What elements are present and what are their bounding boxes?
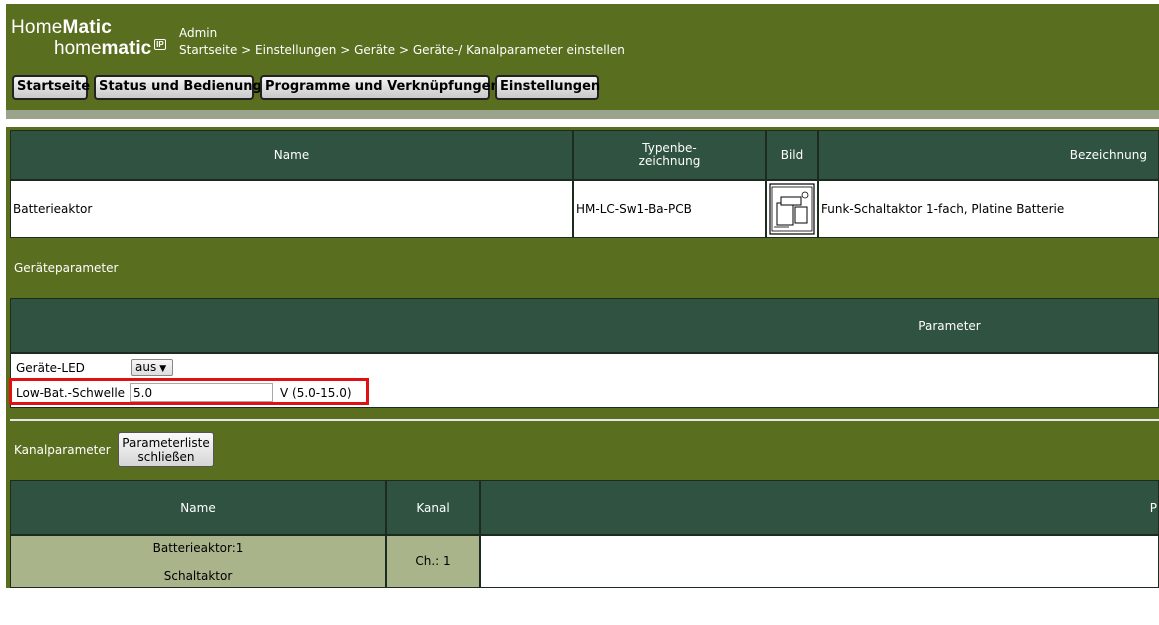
nav-startseite-button[interactable]: Startseite <box>12 75 90 100</box>
device-type: HM-LC-Sw1-Ba-PCB <box>573 180 766 238</box>
user-name: Admin <box>179 26 218 40</box>
logo-homematic-ip: homematic IP <box>54 38 166 59</box>
nav-einstellungen-button[interactable]: Einstellungen <box>495 75 600 100</box>
device-image[interactable] <box>766 180 818 238</box>
channel-params-label: Kanalparameter <box>14 443 111 457</box>
channel-name-cell: Batterieaktor:1 Schaltaktor <box>10 535 386 588</box>
device-description: Funk-Schaltaktor 1-fach, Platine Batteri… <box>818 180 1159 238</box>
channel-col-param: P <box>480 480 1159 535</box>
logo-homematic: HomeMatic <box>11 17 113 38</box>
channel-col-name: Name <box>10 480 386 535</box>
device-board-icon <box>769 183 815 235</box>
col-header-image: Bild <box>766 130 818 180</box>
breadcrumb: Startseite > Einstellungen > Geräte > Ge… <box>179 43 625 57</box>
col-header-type: Typenbe- zeichnung <box>573 130 766 180</box>
led-select[interactable]: aus ▼ <box>131 359 173 376</box>
device-params-label: Geräteparameter <box>14 261 119 275</box>
channel-number-cell: Ch.: 1 <box>386 535 480 588</box>
params-header: Parameter <box>10 298 1159 353</box>
lowbat-threshold-input[interactable] <box>130 383 273 402</box>
chevron-down-icon: ▼ <box>159 364 167 374</box>
section-separator <box>10 419 1159 421</box>
lowbat-range: V (5.0-15.0) <box>280 386 352 400</box>
col-header-name: Name <box>10 130 573 180</box>
ip-badge-icon: IP <box>154 39 166 50</box>
channel-col-channel: Kanal <box>386 480 480 535</box>
led-label: Geräte-LED <box>16 361 85 375</box>
channel-param-cell <box>480 535 1159 588</box>
nav-status-button[interactable]: Status und Bedienung <box>94 75 262 100</box>
close-param-list-button[interactable]: Parameterliste schließen <box>118 432 214 467</box>
nav-programme-button[interactable]: Programme und Verknüpfungen <box>260 75 500 100</box>
header-divider <box>6 110 1159 119</box>
col-header-description: Bezeichnung <box>818 130 1159 180</box>
device-name: Batterieaktor <box>10 180 573 238</box>
lowbat-label: Low-Bat.-Schwelle <box>16 386 126 400</box>
